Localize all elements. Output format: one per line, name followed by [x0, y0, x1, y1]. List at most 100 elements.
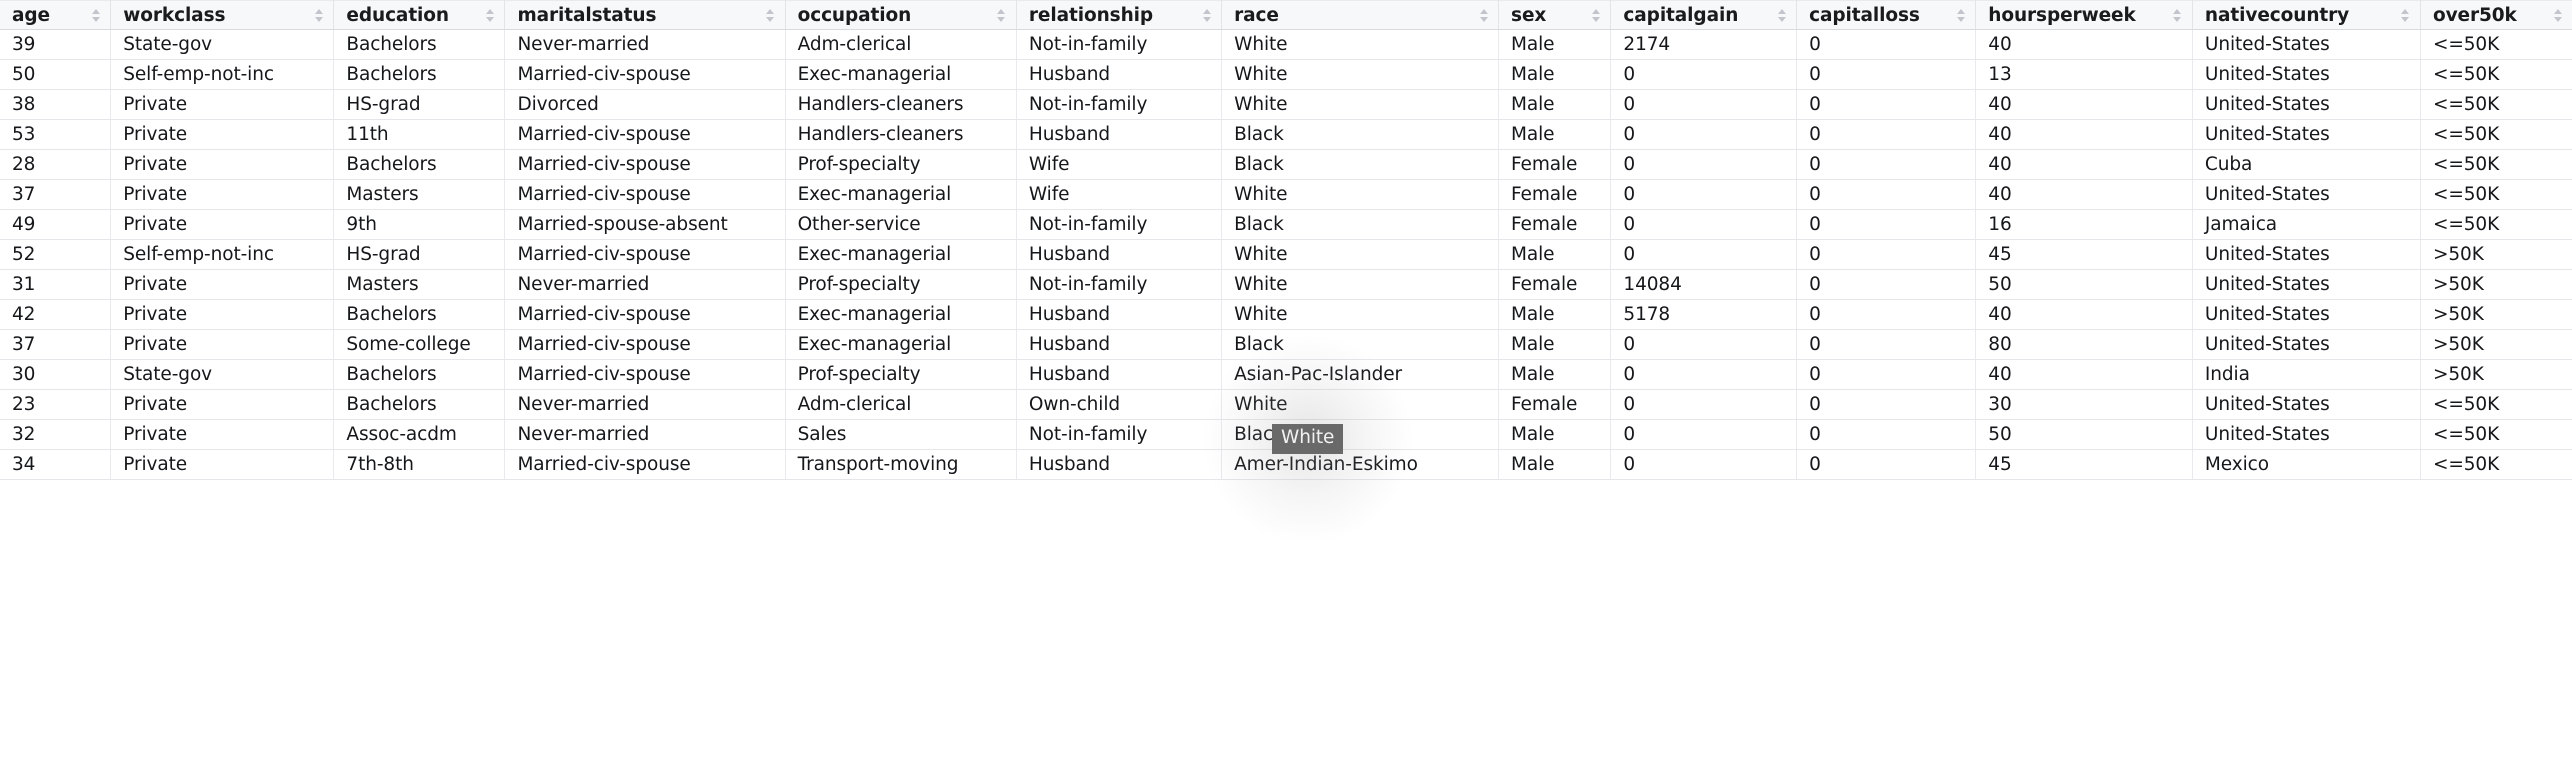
cell-nativecountry[interactable]: United-States	[2192, 419, 2421, 450]
table-row[interactable]: 30 State-gov Bachelors Married-civ-spouse Pr…	[0, 359, 2572, 390]
cell-capitalgain[interactable]: 0	[1610, 419, 1798, 450]
sort-both-icon[interactable]	[1777, 5, 1786, 25]
cell-occupation[interactable]: Transport-moving	[785, 449, 1017, 480]
cell-workclass[interactable]: Private	[110, 149, 335, 180]
cell-capitalgain[interactable]: 0	[1610, 119, 1798, 150]
cell-race[interactable]: White	[1221, 269, 1500, 300]
cell-maritalstatus[interactable]: Married-spouse-absent	[504, 209, 786, 240]
cell-education[interactable]: 7th-8th	[333, 449, 506, 480]
sort-both-icon[interactable]	[1956, 5, 1965, 25]
column-header-capitalloss[interactable]: capitalloss	[1796, 0, 1977, 30]
cell-age[interactable]: 53	[0, 119, 112, 150]
cell-occupation[interactable]: Exec-managerial	[785, 329, 1017, 360]
cell-nativecountry[interactable]: United-States	[2192, 329, 2421, 360]
cell-age[interactable]: 30	[0, 359, 112, 390]
cell-over50k[interactable]: >50K	[2420, 269, 2572, 300]
table-row[interactable]: 38 Private HS-grad Divorced Handlers-cleaner…	[0, 89, 2572, 120]
cell-over50k[interactable]: >50K	[2420, 329, 2572, 360]
cell-race[interactable]: Black	[1221, 419, 1500, 450]
cell-relationship[interactable]: Husband	[1016, 299, 1223, 330]
cell-nativecountry[interactable]: Jamaica	[2192, 209, 2421, 240]
cell-sex[interactable]: Male	[1498, 449, 1612, 480]
cell-nativecountry[interactable]: Mexico	[2192, 449, 2421, 480]
cell-hoursperweek[interactable]: 45	[1975, 239, 2193, 270]
cell-occupation[interactable]: Adm-clerical	[785, 389, 1017, 420]
cell-education[interactable]: Masters	[333, 179, 506, 210]
cell-relationship[interactable]: Husband	[1016, 329, 1223, 360]
cell-maritalstatus[interactable]: Married-civ-spouse	[504, 449, 786, 480]
table-row[interactable]: 42 Private Bachelors Married-civ-spouse Exec…	[0, 299, 2572, 330]
cell-occupation[interactable]: Sales	[785, 419, 1017, 450]
sort-both-icon[interactable]	[1591, 5, 1600, 25]
column-header-relationship[interactable]: relationship	[1016, 0, 1223, 30]
cell-race[interactable]: Black	[1221, 119, 1500, 150]
cell-sex[interactable]: Female	[1498, 149, 1612, 180]
cell-capitalgain[interactable]: 0	[1610, 449, 1798, 480]
cell-relationship[interactable]: Husband	[1016, 359, 1223, 390]
cell-capitalloss[interactable]: 0	[1796, 389, 1977, 420]
cell-capitalgain[interactable]: 2174	[1610, 29, 1798, 60]
cell-maritalstatus[interactable]: Never-married	[504, 269, 786, 300]
cell-occupation[interactable]: Exec-managerial	[785, 59, 1017, 90]
cell-sex[interactable]: Female	[1498, 269, 1612, 300]
cell-relationship[interactable]: Husband	[1016, 239, 1223, 270]
cell-hoursperweek[interactable]: 40	[1975, 299, 2193, 330]
cell-relationship[interactable]: Own-child	[1016, 389, 1223, 420]
cell-capitalloss[interactable]: 0	[1796, 329, 1977, 360]
cell-age[interactable]: 28	[0, 149, 112, 180]
sort-both-icon[interactable]	[2401, 5, 2410, 25]
cell-education[interactable]: Bachelors	[333, 59, 506, 90]
cell-hoursperweek[interactable]: 80	[1975, 329, 2193, 360]
cell-capitalloss[interactable]: 0	[1796, 269, 1977, 300]
column-header-over50k[interactable]: over50k	[2420, 0, 2572, 30]
cell-race[interactable]: White	[1221, 59, 1500, 90]
cell-occupation[interactable]: Handlers-cleaners	[785, 119, 1017, 150]
cell-capitalloss[interactable]: 0	[1796, 209, 1977, 240]
cell-maritalstatus[interactable]: Divorced	[504, 89, 786, 120]
cell-over50k[interactable]: <=50K	[2420, 59, 2572, 90]
cell-hoursperweek[interactable]: 40	[1975, 179, 2193, 210]
cell-occupation[interactable]: Exec-managerial	[785, 239, 1017, 270]
cell-age[interactable]: 42	[0, 299, 112, 330]
cell-sex[interactable]: Male	[1498, 119, 1612, 150]
cell-age[interactable]: 49	[0, 209, 112, 240]
cell-capitalgain[interactable]: 0	[1610, 359, 1798, 390]
cell-capitalgain[interactable]: 0	[1610, 389, 1798, 420]
cell-race[interactable]: Black	[1221, 329, 1500, 360]
cell-age[interactable]: 32	[0, 419, 112, 450]
cell-race[interactable]: Amer-Indian-Eskimo	[1221, 449, 1500, 480]
cell-nativecountry[interactable]: United-States	[2192, 179, 2421, 210]
cell-relationship[interactable]: Husband	[1016, 449, 1223, 480]
cell-maritalstatus[interactable]: Married-civ-spouse	[504, 239, 786, 270]
cell-sex[interactable]: Female	[1498, 209, 1612, 240]
cell-race[interactable]: White	[1221, 389, 1500, 420]
cell-race[interactable]: White	[1221, 179, 1500, 210]
cell-workclass[interactable]: Private	[110, 119, 335, 150]
cell-workclass[interactable]: Private	[110, 89, 335, 120]
cell-over50k[interactable]: >50K	[2420, 299, 2572, 330]
cell-nativecountry[interactable]: United-States	[2192, 59, 2421, 90]
cell-capitalloss[interactable]: 0	[1796, 89, 1977, 120]
cell-nativecountry[interactable]: United-States	[2192, 119, 2421, 150]
cell-nativecountry[interactable]: United-States	[2192, 239, 2421, 270]
cell-relationship[interactable]: Not-in-family	[1016, 89, 1223, 120]
column-header-occupation[interactable]: occupation	[785, 0, 1017, 30]
cell-capitalgain[interactable]: 0	[1610, 179, 1798, 210]
cell-occupation[interactable]: Exec-managerial	[785, 299, 1017, 330]
cell-maritalstatus[interactable]: Never-married	[504, 419, 786, 450]
cell-sex[interactable]: Male	[1498, 239, 1612, 270]
table-row[interactable]: 53 Private 11th Married-civ-spouse Handlers-…	[0, 119, 2572, 150]
cell-sex[interactable]: Male	[1498, 359, 1612, 390]
cell-education[interactable]: 11th	[333, 119, 506, 150]
cell-over50k[interactable]: <=50K	[2420, 29, 2572, 60]
table-row[interactable]: 50 Self-emp-not-inc Bachelors Married-civ-s…	[0, 59, 2572, 90]
cell-hoursperweek[interactable]: 40	[1975, 89, 2193, 120]
column-header-nativecountry[interactable]: nativecountry	[2192, 0, 2421, 30]
cell-relationship[interactable]: Not-in-family	[1016, 269, 1223, 300]
cell-hoursperweek[interactable]: 40	[1975, 149, 2193, 180]
cell-age[interactable]: 52	[0, 239, 112, 270]
cell-age[interactable]: 23	[0, 389, 112, 420]
table-row[interactable]: 31 Private Masters Never-married Prof-specia…	[0, 269, 2572, 300]
table-row[interactable]: 49 Private 9th Married-spouse-absent Other-s…	[0, 209, 2572, 240]
column-header-race[interactable]: race	[1221, 0, 1500, 30]
